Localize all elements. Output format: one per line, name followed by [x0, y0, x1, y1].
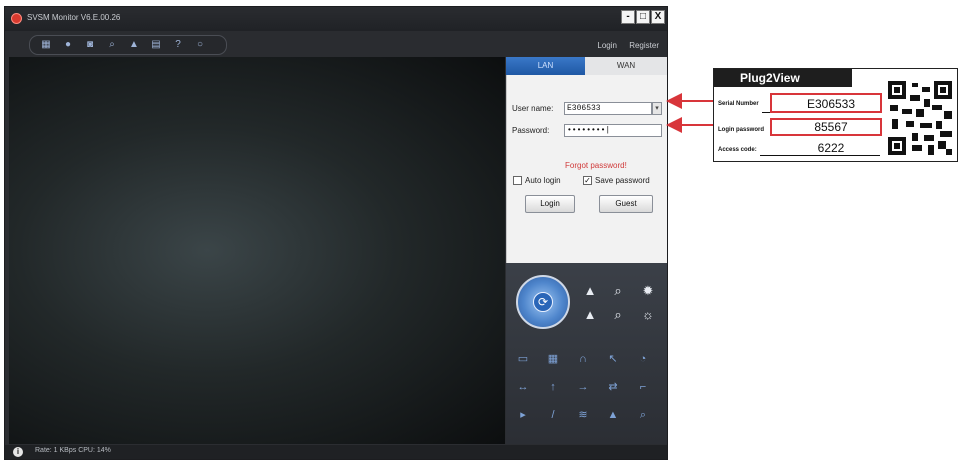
record-icon[interactable]: ●: [62, 39, 74, 51]
close-button[interactable]: X: [651, 10, 665, 24]
password-field[interactable]: ••••••••|: [564, 124, 662, 137]
app-logo-icon: [11, 13, 22, 24]
card-title: Plug2View: [714, 69, 852, 87]
tools-icon[interactable]: ⌕: [634, 407, 652, 423]
network-tabs: LAN WAN: [506, 57, 667, 75]
tab-lan[interactable]: LAN: [506, 57, 585, 75]
info-icon: i: [13, 447, 23, 457]
zoom-in-icon[interactable]: ⌕: [610, 283, 626, 299]
register-link[interactable]: Register: [629, 41, 659, 50]
credentials-card: Plug2View Serial Number E306533 Login pa…: [713, 68, 958, 162]
username-dropdown[interactable]: ▾: [652, 102, 662, 115]
access-code-label: Access code:: [718, 147, 757, 153]
serial-highlight-box: [770, 93, 882, 113]
tab-wan[interactable]: WAN: [585, 57, 667, 75]
zoom-out-icon[interactable]: ⌕: [610, 307, 626, 323]
flip-horizontal-icon[interactable]: ↔: [514, 379, 532, 395]
maximize-button[interactable]: □: [636, 10, 650, 24]
toolbar: ▦ ● ◙ ⌕ ▲ ▤ ? ○ Login Register: [5, 31, 667, 57]
headphones-icon[interactable]: ∩: [574, 351, 592, 367]
status-text: Rate: 1 KBps CPU: 14%: [35, 447, 111, 454]
auto-login-label: Auto login: [525, 176, 561, 185]
lock-icon[interactable]: ▲: [128, 39, 140, 51]
play-icon[interactable]: ▸: [514, 407, 532, 423]
settings-icon[interactable]: ▤: [150, 39, 162, 51]
app-window: SVSM Monitor V6.E.00.26 - □ X ▦ ● ◙ ⌕ ▲ …: [4, 6, 668, 460]
minimize-button[interactable]: -: [621, 10, 635, 24]
more-icon[interactable]: ○: [194, 39, 206, 51]
help-icon[interactable]: ?: [172, 39, 184, 51]
account-links: Login Register: [587, 41, 659, 50]
focus-up-icon[interactable]: ▲: [582, 307, 598, 323]
auto-login-checkbox[interactable]: [513, 176, 522, 185]
ptz-joystick[interactable]: ⟳: [516, 275, 570, 329]
save-password-label: Save password: [595, 176, 650, 185]
username-field[interactable]: E306533: [564, 102, 652, 115]
guest-button[interactable]: Guest: [599, 195, 653, 213]
refresh-icon[interactable]: ⟳: [533, 292, 553, 312]
forgot-password-link[interactable]: Forgot password!: [565, 161, 627, 170]
layout-icon[interactable]: ▦: [40, 39, 52, 51]
mirror-icon[interactable]: →: [574, 379, 592, 395]
serial-label: Serial Number: [718, 101, 759, 107]
video-view[interactable]: [9, 57, 505, 444]
access-code-value: 6222: [817, 141, 845, 155]
power-icon[interactable]: ◔: [634, 351, 652, 367]
side-panel: LAN WAN User name: E306533 ▾ Password: •…: [506, 57, 667, 444]
brightness-up-icon[interactable]: ✹: [640, 283, 656, 299]
flag-icon[interactable]: ⌐: [634, 379, 652, 395]
alarm-icon[interactable]: ▲: [604, 407, 622, 423]
status-bar: i Rate: 1 KBps CPU: 14%: [5, 445, 667, 459]
video-record-icon[interactable]: ▦: [544, 351, 562, 367]
username-label: User name:: [512, 104, 554, 113]
save-password-checkbox[interactable]: ✓: [583, 176, 592, 185]
brightness-down-icon[interactable]: ☼: [640, 307, 656, 323]
camera-icon[interactable]: ◙: [84, 39, 96, 51]
wifi-icon[interactable]: ≋: [574, 407, 592, 423]
login-password-label: Login password: [718, 127, 765, 133]
annotation-arrowhead-user: [666, 93, 682, 109]
password-label: Password:: [512, 126, 550, 135]
login-panel: User name: E306533 ▾ Password: ••••••••|…: [506, 75, 667, 263]
title-bar: SVSM Monitor V6.E.00.26 - □ X: [5, 7, 667, 31]
flip-vertical-icon[interactable]: ↑: [544, 379, 562, 395]
login-link[interactable]: Login: [597, 41, 617, 50]
ptz-control-panel: ⟳ ▲ ⌕ ✹ ▲ ⌕ ☼ ▭ ▦ ∩ ↖ ◔ ↔ ↑ → ⇄ ⌐ ▸ / ≋ …: [506, 263, 667, 444]
pen-icon[interactable]: /: [544, 407, 562, 423]
search-icon[interactable]: ⌕: [106, 39, 118, 51]
window-title: SVSM Monitor V6.E.00.26: [27, 13, 121, 22]
qr-code: [888, 81, 954, 157]
preset-icon[interactable]: ⇄: [604, 379, 622, 395]
login-button[interactable]: Login: [525, 195, 575, 213]
microphone-icon[interactable]: ↖: [604, 351, 622, 367]
toolbar-icon-group: ▦ ● ◙ ⌕ ▲ ▤ ? ○: [29, 35, 227, 55]
password-highlight-box: [770, 118, 882, 136]
annotation-arrowhead-password: [666, 117, 682, 133]
snapshot-icon[interactable]: ▭: [514, 351, 532, 367]
access-underline: [760, 155, 880, 156]
zoom-up-icon[interactable]: ▲: [582, 283, 598, 299]
